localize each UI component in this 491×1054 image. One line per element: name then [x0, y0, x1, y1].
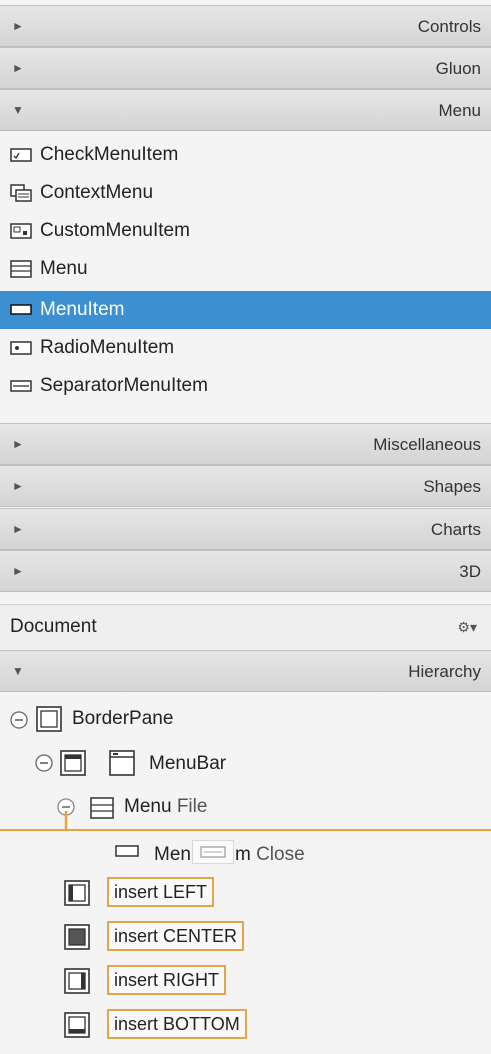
document-panel-header: Document ⚙▾	[0, 604, 491, 650]
section-title: 3D	[459, 562, 481, 581]
list-item-label: ContextMenu	[40, 182, 154, 203]
collapsed-arrow-icon: ►	[12, 19, 24, 33]
section-hierarchy[interactable]: ▼ Hierarchy	[0, 650, 491, 692]
menu-item-icon	[115, 845, 139, 857]
section-gluon[interactable]: ► Gluon	[0, 47, 491, 89]
expanded-arrow-icon: ▼	[12, 664, 24, 678]
library-item-custommenuitem[interactable]: CustomMenuItem	[0, 212, 491, 250]
list-item-label: MenuItem	[40, 299, 125, 320]
list-item-label: CustomMenuItem	[40, 220, 190, 241]
node-text-label: Close	[256, 844, 305, 865]
section-title: Charts	[430, 520, 481, 539]
node-type-label-start: Men	[154, 844, 191, 865]
collapse-toggle-icon[interactable]	[9, 710, 29, 730]
library-item-menuitem[interactable]: MenuItem	[0, 291, 491, 329]
radio-menu-item-icon	[10, 341, 32, 355]
menu-icon	[90, 797, 114, 819]
insert-right-slot[interactable]: insert RIGHT	[107, 965, 227, 995]
list-item-label: RadioMenuItem	[40, 337, 175, 358]
gear-icon[interactable]: ⚙▾	[457, 619, 477, 636]
section-3d[interactable]: ► 3D	[0, 550, 491, 592]
drag-ghost-icon	[191, 840, 234, 864]
collapsed-arrow-icon: ►	[12, 522, 24, 536]
custom-menu-item-icon	[10, 223, 32, 239]
separator-menu-item-icon	[10, 380, 32, 392]
menubar-icon	[109, 750, 135, 776]
list-item-label: Menu	[40, 258, 88, 279]
menu-icon	[10, 260, 32, 278]
section-title: Shapes	[423, 477, 481, 496]
tree-node-menubar[interactable]: MenuBar	[149, 753, 226, 775]
collapsed-arrow-icon: ►	[12, 437, 24, 451]
insert-left-slot[interactable]: insert LEFT	[107, 877, 215, 907]
collapse-toggle-icon[interactable]	[34, 753, 54, 773]
section-controls[interactable]: ► Controls	[0, 5, 491, 47]
section-charts[interactable]: ► Charts	[0, 508, 491, 550]
check-menu-item-icon	[10, 148, 32, 162]
insert-bottom-slot[interactable]: insert BOTTOM	[107, 1009, 247, 1039]
collapse-toggle-icon[interactable]	[56, 797, 76, 833]
section-title: Miscellaneous	[373, 435, 481, 454]
tree-node-menu-file[interactable]: Menu File	[124, 796, 207, 818]
node-type-label-end: m	[234, 844, 251, 865]
section-title: Gluon	[435, 59, 481, 78]
borderpane-center-slot-icon	[64, 924, 90, 950]
tree-node-menuitem-close[interactable]: Men m Close	[154, 840, 305, 866]
drop-insertion-indicator	[0, 829, 491, 831]
borderpane-top-slot-icon	[60, 750, 86, 776]
section-title: Menu	[438, 101, 481, 120]
section-title: Controls	[417, 17, 481, 36]
section-shapes[interactable]: ► Shapes	[0, 465, 491, 507]
list-item-label: CheckMenuItem	[40, 144, 179, 165]
library-item-separatormenuitem[interactable]: SeparatorMenuItem	[0, 367, 491, 405]
section-menu[interactable]: ▼ Menu	[0, 89, 491, 131]
section-title: Hierarchy	[408, 662, 481, 681]
borderpane-bottom-slot-icon	[64, 1012, 90, 1038]
library-item-radiomenuitem[interactable]: RadioMenuItem	[0, 329, 491, 367]
collapsed-arrow-icon: ►	[12, 479, 24, 493]
insert-center-slot[interactable]: insert CENTER	[107, 921, 245, 951]
tree-node-borderpane[interactable]: BorderPane	[72, 708, 173, 730]
borderpane-left-slot-icon	[64, 880, 90, 906]
section-miscellaneous[interactable]: ► Miscellaneous	[0, 423, 491, 465]
node-text-label: File	[176, 796, 208, 817]
collapsed-arrow-icon: ►	[12, 564, 24, 578]
library-item-menu[interactable]: Menu	[0, 250, 491, 288]
node-type-label: Menu	[124, 796, 172, 817]
context-menu-icon	[10, 184, 32, 202]
borderpane-icon	[36, 706, 62, 732]
list-item-label: SeparatorMenuItem	[40, 375, 208, 396]
borderpane-right-slot-icon	[64, 968, 90, 994]
library-item-contextmenu[interactable]: ContextMenu	[0, 174, 491, 212]
menu-item-icon	[10, 304, 32, 315]
collapsed-arrow-icon: ►	[12, 61, 24, 75]
document-title: Document	[10, 616, 97, 637]
expanded-arrow-icon: ▼	[12, 103, 24, 117]
library-item-checkmenuitem[interactable]: CheckMenuItem	[0, 136, 491, 174]
